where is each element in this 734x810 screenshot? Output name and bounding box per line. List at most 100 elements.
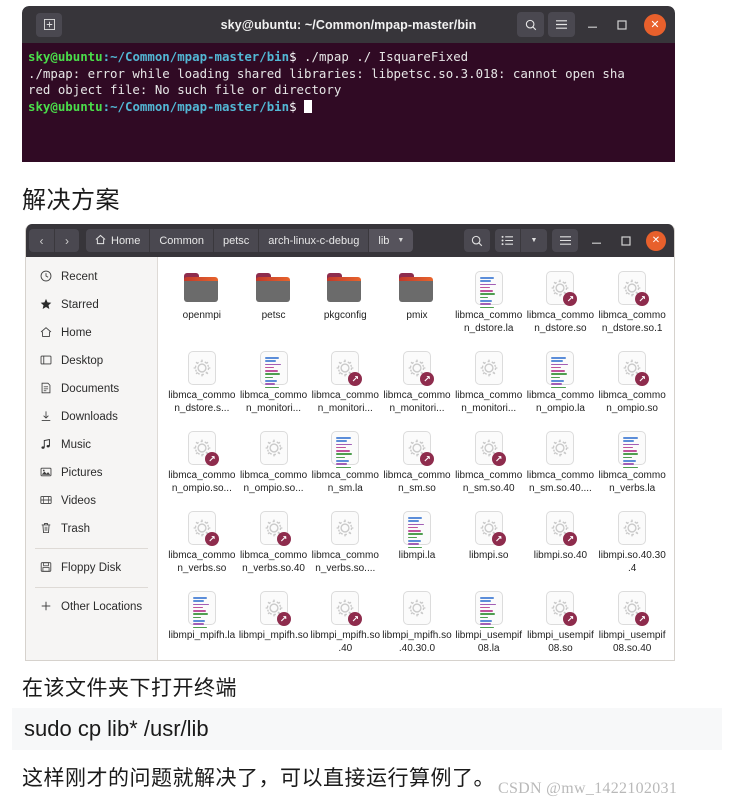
folder-item[interactable]: pkgconfig <box>309 265 381 345</box>
file-item[interactable]: ↗ libmca_common_dstore.so.1 <box>596 265 668 345</box>
file-item[interactable]: libmca_common_verbs.la <box>596 425 668 505</box>
file-item[interactable]: libmca_common_ompio.la <box>525 345 597 425</box>
file-manager-body: Recent Starred Home Desktop Documents Downloa… <box>26 257 674 660</box>
file-item[interactable]: libmpi_mpifh.so.40.30.0 <box>381 585 453 660</box>
video-icon <box>39 494 52 509</box>
terminal-titlebar: sky@ubuntu: ~/Common/mpap-master/bin ✕ <box>22 6 675 43</box>
file-grid[interactable]: openmpi petsc pkgconfig pmix libmca_common_d… <box>158 257 674 660</box>
folder-item[interactable]: petsc <box>238 265 310 345</box>
file-item[interactable]: ↗ libmpi_usempif08.so <box>525 585 597 660</box>
file-item[interactable]: ↗ libmca_common_ompio.so... <box>166 425 238 505</box>
text-file-icon <box>399 509 435 549</box>
sidebar-item-floppy-disk[interactable]: Floppy Disk <box>26 554 157 582</box>
symlink-file-icon: ↗ <box>327 589 363 627</box>
sidebar-item-home[interactable]: Home <box>26 319 157 347</box>
forward-button[interactable]: › <box>54 229 79 252</box>
maximize-icon[interactable] <box>609 12 635 37</box>
file-item[interactable]: libmca_common_ompio.so... <box>238 425 310 505</box>
sidebar-item-label: Documents <box>61 383 120 395</box>
sidebar-item-documents[interactable]: Documents <box>26 375 157 403</box>
file-item[interactable]: ↗ libmpi_mpifh.so.40 <box>309 585 381 660</box>
file-item[interactable]: libmca_common_dstore.s... <box>166 345 238 425</box>
sidebar-item-label: Desktop <box>61 355 104 367</box>
file-item[interactable]: ↗ libmca_common_monitori... <box>309 345 381 425</box>
sidebar-item-pictures[interactable]: Pictures <box>26 459 157 487</box>
breadcrumb-item-home[interactable]: Home <box>86 229 151 252</box>
navigation-buttons: ‹ › <box>29 229 79 252</box>
file-label: libmca_common_sm.so.40 <box>455 470 523 494</box>
file-manager-header: ‹ › Home Common petsc arch-linux-c-debug <box>26 224 674 257</box>
file-item[interactable]: ↗ libmca_common_ompio.so <box>596 345 668 425</box>
search-icon[interactable] <box>464 229 490 252</box>
hamburger-menu-icon[interactable] <box>552 229 578 252</box>
sidebar-item-music[interactable]: Music <box>26 431 157 459</box>
file-item[interactable]: libmpi.so.40.30.4 <box>596 505 668 585</box>
file-item[interactable]: ↗ libmca_common_dstore.so <box>525 265 597 345</box>
symlink-badge-icon: ↗ <box>563 532 578 546</box>
file-item[interactable]: libmca_common_monitori... <box>238 345 310 425</box>
file-item[interactable]: libmca_common_dstore.la <box>453 265 525 345</box>
folder-item[interactable]: pmix <box>381 265 453 345</box>
sidebar-item-label: Music <box>61 439 92 451</box>
symlink-badge-icon: ↗ <box>419 372 434 386</box>
view-list-icon[interactable] <box>495 229 521 252</box>
sidebar-item-trash[interactable]: Trash <box>26 515 157 543</box>
close-icon[interactable]: ✕ <box>646 230 666 251</box>
minimize-icon[interactable] <box>584 229 608 252</box>
breadcrumb: Home Common petsc arch-linux-c-debug lib… <box>86 229 414 252</box>
breadcrumb-label-lib: lib <box>378 234 390 247</box>
back-button[interactable]: ‹ <box>29 229 54 252</box>
file-item[interactable]: ↗ libmpi_usempif08.so.40 <box>596 585 668 660</box>
file-label: libmpi.so.40.30.4 <box>598 550 666 574</box>
hamburger-menu-icon[interactable] <box>548 12 575 37</box>
symlink-file-icon: ↗ <box>256 589 292 627</box>
file-label: libmpi_mpifh.la <box>168 630 236 641</box>
close-icon[interactable]: ✕ <box>644 13 666 36</box>
breadcrumb-label-petsc: petsc <box>222 234 250 247</box>
file-manager-sidebar: Recent Starred Home Desktop Documents Downloa… <box>26 257 158 660</box>
file-item[interactable]: ↗ libmpi_mpifh.so <box>238 585 310 660</box>
code-block: sudo cp lib* /usr/lib <box>12 708 722 750</box>
heading-open-terminal: 在该文件夹下打开终端 <box>22 677 237 700</box>
terminal-prompt-user: sky@ubuntu <box>28 49 103 64</box>
minimize-icon[interactable] <box>579 12 605 37</box>
file-item[interactable]: ↗ libmpi.so.40 <box>525 505 597 585</box>
terminal-output[interactable]: sky@ubuntu:~/Common/mpap-master/bin$ ./m… <box>22 43 675 162</box>
breadcrumb-item-lib[interactable]: lib ▼ <box>369 229 414 252</box>
text-file-icon <box>614 429 650 469</box>
file-item[interactable]: libmca_common_sm.so.40.... <box>525 425 597 505</box>
file-item[interactable]: ↗ libmca_common_sm.so.40 <box>453 425 525 505</box>
file-item[interactable]: ↗ libmca_common_verbs.so <box>166 505 238 585</box>
file-item[interactable]: ↗ libmca_common_sm.so <box>381 425 453 505</box>
file-item[interactable]: libmpi_mpifh.la <box>166 585 238 660</box>
sidebar-item-starred[interactable]: Starred <box>26 291 157 319</box>
chevron-down-icon[interactable]: ▼ <box>521 229 547 252</box>
file-item[interactable]: libmpi.la <box>381 505 453 585</box>
sidebar-item-other-locations[interactable]: Other Locations <box>26 593 157 621</box>
maximize-icon[interactable] <box>614 229 638 252</box>
binary-file-icon <box>399 589 435 627</box>
symlink-file-icon: ↗ <box>399 429 435 467</box>
folder-item[interactable]: openmpi <box>166 265 238 345</box>
breadcrumb-item-petsc[interactable]: petsc <box>213 229 260 252</box>
file-label: libmca_common_dstore.la <box>455 310 523 334</box>
file-item[interactable]: ↗ libmpi.so <box>453 505 525 585</box>
sidebar-item-downloads[interactable]: Downloads <box>26 403 157 431</box>
file-item[interactable]: libmca_common_monitori... <box>453 345 525 425</box>
new-tab-icon[interactable] <box>36 12 62 37</box>
file-manager-window: ‹ › Home Common petsc arch-linux-c-debug <box>25 224 675 661</box>
sidebar-item-recent[interactable]: Recent <box>26 263 157 291</box>
search-icon[interactable] <box>517 12 544 37</box>
file-item[interactable]: ↗ libmca_common_monitori... <box>381 345 453 425</box>
view-mode-group: ▼ <box>495 229 547 252</box>
file-item[interactable]: libmca_common_verbs.so.... <box>309 505 381 585</box>
symlink-file-icon: ↗ <box>614 589 650 627</box>
file-item[interactable]: ↗ libmca_common_verbs.so.40 <box>238 505 310 585</box>
file-item[interactable]: libmpi_usempif08.la <box>453 585 525 660</box>
symlink-badge-icon: ↗ <box>491 532 506 546</box>
breadcrumb-item-common[interactable]: Common <box>150 229 214 252</box>
sidebar-item-desktop[interactable]: Desktop <box>26 347 157 375</box>
breadcrumb-item-arch-linux-c-debug[interactable]: arch-linux-c-debug <box>259 229 370 252</box>
sidebar-item-videos[interactable]: Videos <box>26 487 157 515</box>
file-item[interactable]: libmca_common_sm.la <box>309 425 381 505</box>
